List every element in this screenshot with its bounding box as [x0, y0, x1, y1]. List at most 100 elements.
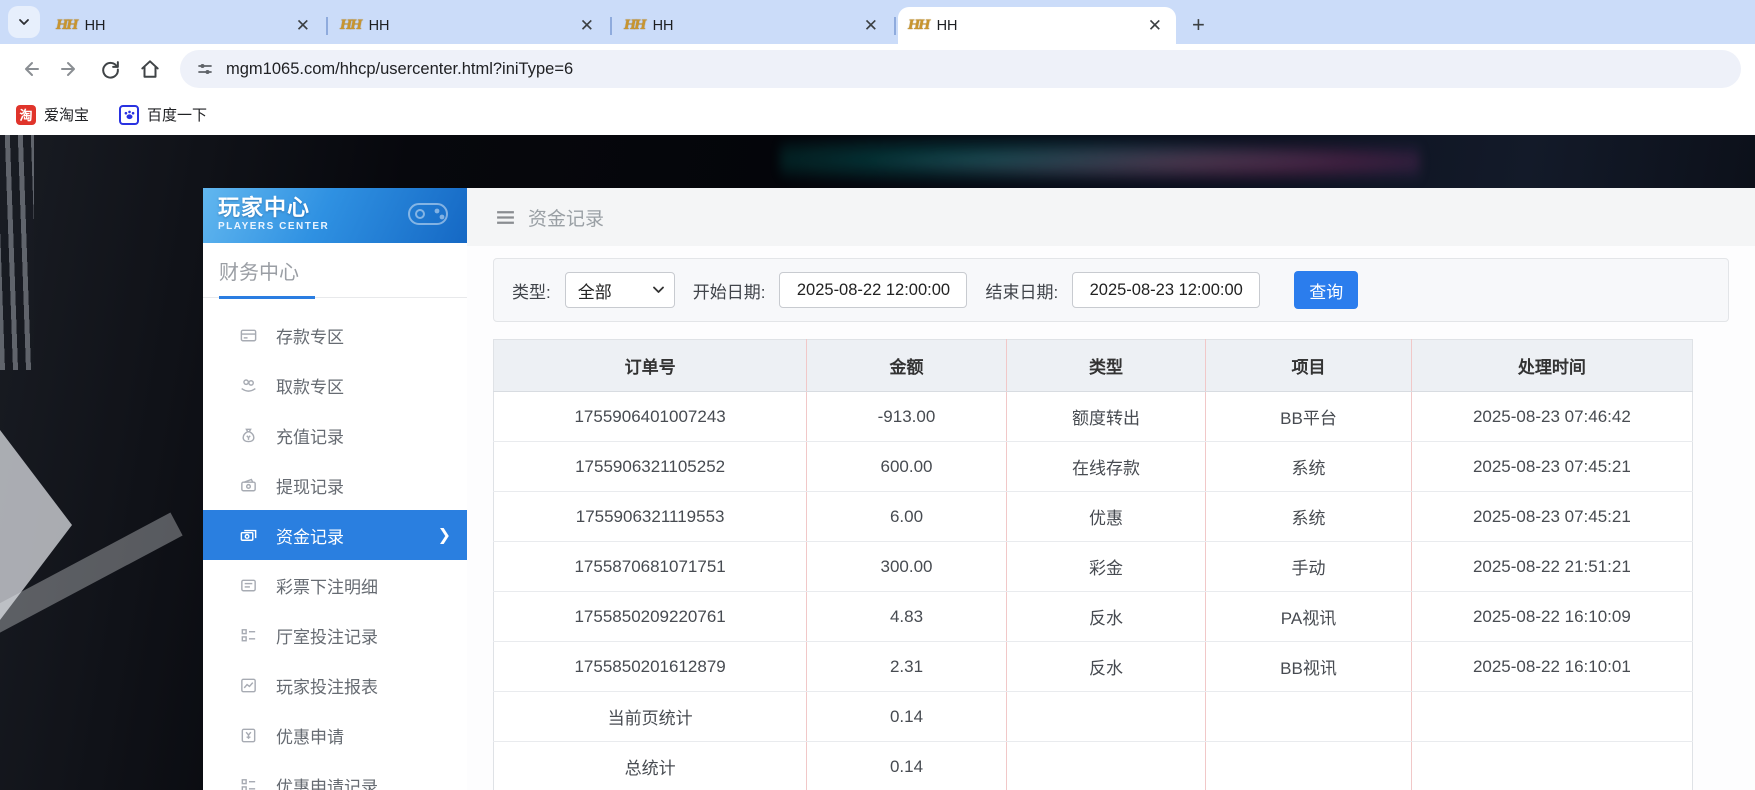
table-row: 1755906401007243 -913.00 额度转出 BB平台 2025-… [494, 392, 1693, 442]
cell-process-time: 2025-08-23 07:45:21 [1411, 442, 1692, 492]
cell-type: 彩金 [1006, 542, 1206, 592]
bookmark-baidu[interactable]: 百度一下 [119, 104, 207, 125]
cell-order-no: 1755850209220761 [494, 592, 807, 642]
sidebar-item-label: 玩家投注报表 [276, 673, 378, 698]
cell-amount: 4.83 [807, 592, 1007, 642]
tab-search-button[interactable] [8, 6, 40, 38]
home-button[interactable] [134, 53, 166, 85]
sidebar-menu: 存款专区 取款专区 充值记录 提现记录 [203, 310, 467, 790]
tab-strip: HH HH ✕ HH HH ✕ HH HH ✕ HH HH ✕ + [0, 0, 1755, 44]
sidebar-item-player-bet-report[interactable]: 玩家投注报表 [203, 660, 467, 710]
bookmark-taobao[interactable]: 淘 爱淘宝 [16, 104, 89, 125]
background-glow [780, 135, 1420, 189]
taobao-icon: 淘 [16, 105, 36, 125]
close-icon[interactable]: ✕ [292, 15, 314, 36]
type-filter-label: 类型: [512, 278, 551, 303]
funds-record-table: 订单号 金额 类型 项目 处理时间 1755906401007243 -913.… [493, 339, 1693, 790]
chevron-down-icon [653, 286, 664, 294]
cell-empty [1206, 692, 1411, 742]
tab-separator [326, 17, 328, 35]
report-chart-icon [239, 676, 258, 695]
cell-item: BB平台 [1206, 392, 1411, 442]
sidebar-item-withdrawal-record[interactable]: 提现记录 [203, 460, 467, 510]
list-record-icon [239, 776, 258, 790]
wallet-icon [239, 476, 258, 495]
home-icon [139, 58, 161, 80]
gamepad-icon [395, 196, 459, 234]
cell-empty [1006, 692, 1206, 742]
sidebar-item-deposit-zone[interactable]: 存款专区 [203, 310, 467, 360]
cell-process-time: 2025-08-23 07:45:21 [1411, 492, 1692, 542]
sidebar-item-promo-apply-record[interactable]: 优惠申请记录 [203, 760, 467, 790]
sidebar-item-hall-bet-record[interactable]: 厅室投注记录 [203, 610, 467, 660]
sidebar-item-lottery-bet-detail[interactable]: 彩票下注明细 [203, 560, 467, 610]
sidebar-item-promo-apply[interactable]: 优惠申请 [203, 710, 467, 760]
reload-button[interactable] [94, 53, 126, 85]
address-bar[interactable]: mgm1065.com/hhcp/usercenter.html?iniType… [180, 50, 1741, 88]
cell-empty [1206, 742, 1411, 790]
sidebar-item-label: 厅室投注记录 [276, 623, 378, 648]
cell-item: 系统 [1206, 492, 1411, 542]
cell-order-no: 1755906321119553 [494, 492, 807, 542]
main-body: 类型: 全部 开始日期: 结束日期: 查询 [467, 246, 1755, 790]
new-tab-button[interactable]: + [1186, 14, 1211, 36]
reload-icon [100, 59, 121, 80]
cell-summary-label: 总统计 [494, 742, 807, 790]
browser-tab-4-active[interactable]: HH HH ✕ [898, 7, 1176, 44]
sidebar-item-label: 优惠申请记录 [276, 773, 378, 790]
cell-order-no: 1755870681071751 [494, 542, 807, 592]
background-streaks [0, 135, 34, 370]
table-summary-row-current-page: 当前页统计 0.14 [494, 692, 1693, 742]
tab-separator [894, 17, 896, 35]
cell-empty [1411, 742, 1692, 790]
finance-center-section-title: 财务中心 [203, 256, 467, 298]
cell-amount: 6.00 [807, 492, 1007, 542]
tab-title: HH [369, 18, 568, 34]
browser-tab-1[interactable]: HH HH ✕ [46, 7, 324, 44]
close-icon[interactable]: ✕ [576, 15, 598, 36]
type-select[interactable]: 全部 [565, 272, 675, 308]
cell-process-time: 2025-08-23 07:46:42 [1411, 392, 1692, 442]
bank-card-icon [239, 326, 258, 345]
sidebar-item-label: 充值记录 [276, 423, 344, 448]
back-button[interactable] [14, 53, 46, 85]
col-header-item: 项目 [1206, 340, 1411, 392]
site-favicon: HH [56, 18, 77, 33]
forward-button[interactable] [54, 53, 86, 85]
cell-order-no: 1755850201612879 [494, 642, 807, 692]
bookmark-label: 爱淘宝 [44, 104, 89, 125]
page-title: 资金记录 [528, 204, 604, 231]
hand-coins-icon [239, 376, 258, 395]
cell-type: 反水 [1006, 592, 1206, 642]
sidebar-item-funds-record[interactable]: 资金记录 ❯ [203, 510, 467, 560]
cell-order-no: 1755906401007243 [494, 392, 807, 442]
sidebar-item-withdraw-zone[interactable]: 取款专区 [203, 360, 467, 410]
cell-order-no: 1755906321105252 [494, 442, 807, 492]
close-icon[interactable]: ✕ [1144, 15, 1166, 36]
hamburger-menu-icon[interactable] [495, 207, 516, 228]
tab-separator [610, 17, 612, 35]
type-select-value: 全部 [578, 278, 612, 303]
sidebar-item-recharge-record[interactable]: 充值记录 [203, 410, 467, 460]
cell-amount: 0.14 [807, 742, 1007, 790]
cell-amount: -913.00 [807, 392, 1007, 442]
sidebar-item-label: 彩票下注明细 [276, 573, 378, 598]
cell-type: 在线存款 [1006, 442, 1206, 492]
query-button[interactable]: 查询 [1294, 271, 1358, 309]
col-header-process-time: 处理时间 [1411, 340, 1692, 392]
cell-item: 手动 [1206, 542, 1411, 592]
site-favicon: HH [624, 18, 645, 33]
end-date-input[interactable] [1072, 272, 1260, 308]
close-icon[interactable]: ✕ [860, 15, 882, 36]
cell-type: 优惠 [1006, 492, 1206, 542]
url-text: mgm1065.com/hhcp/usercenter.html?iniType… [226, 60, 573, 79]
page-background: 玩家中心 PLAYERS CENTER 财务中心 存款专区 [0, 135, 1755, 790]
end-date-label: 结束日期: [985, 278, 1058, 303]
chevron-down-icon [17, 15, 31, 29]
browser-tab-2[interactable]: HH HH ✕ [330, 7, 608, 44]
list-card-icon [239, 576, 258, 595]
browser-tab-3[interactable]: HH HH ✕ [614, 7, 892, 44]
cell-item: 系统 [1206, 442, 1411, 492]
checklist-icon [239, 626, 258, 645]
start-date-input[interactable] [779, 272, 967, 308]
